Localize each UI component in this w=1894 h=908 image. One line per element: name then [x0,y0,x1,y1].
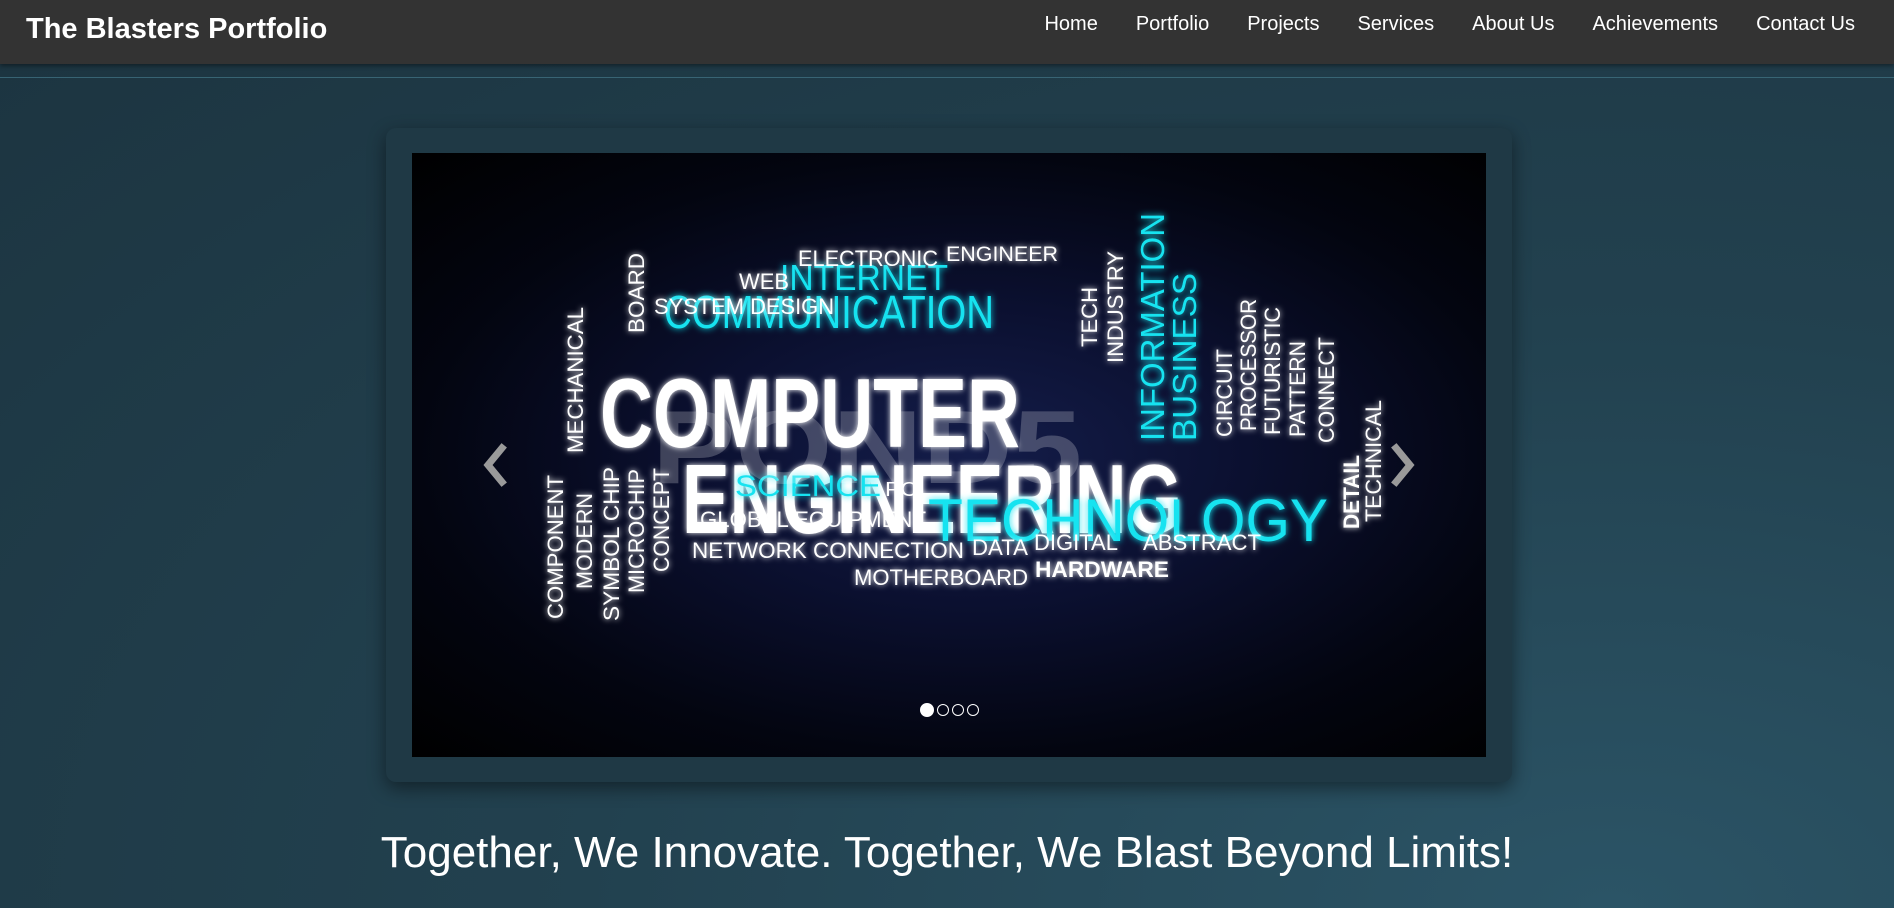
nav-services[interactable]: Services [1338,12,1453,36]
carousel-dot-2[interactable] [936,704,949,716]
watermark: POND5 [652,390,1082,506]
carousel-slide-image: COMPUTER ENGINEERING COMMUNICATION INTERNET… [412,153,1486,757]
carousel-indicators [412,703,1486,717]
word-cloud-technical: TECHNICAL [1361,400,1386,522]
nav-about-us[interactable]: About Us [1453,12,1573,36]
word-cloud-network-connection: NETWORK CONNECTION [692,538,964,563]
word-cloud-pattern: PATTERN [1285,341,1310,437]
word-cloud-mechanical: MECHANICAL [563,307,588,453]
word-cloud-tech: TECH [1077,287,1102,347]
chevron-left-icon [483,443,507,487]
word-cloud-digital: DIGITAL [1034,530,1118,555]
word-cloud-system-design: SYSTEM DESIGN [654,294,834,319]
carousel-prev-button[interactable] [478,440,512,490]
word-cloud-data: DATA [972,535,1028,560]
navbar: The Blasters Portfolio Home Portfolio Pr… [0,0,1894,64]
word-cloud-industry: INDUSTRY [1103,251,1128,363]
nav-achievements[interactable]: Achievements [1573,12,1737,36]
nav-portfolio[interactable]: Portfolio [1117,12,1228,36]
word-cloud-futuristic: FUTURISTIC [1260,307,1285,435]
word-cloud-electronic: ELECTRONIC [798,246,938,271]
word-cloud-business: BUSINESS [1166,273,1203,441]
word-cloud-processor: PROCESSOR [1236,299,1261,431]
word-cloud-motherboard: MOTHERBOARD [854,565,1028,590]
tagline: Together, We Innovate. Together, We Blas… [380,828,1514,877]
carousel-dot-1[interactable] [919,703,934,717]
word-cloud-web: WEB [739,269,789,294]
word-cloud-modern: MODERN [572,493,597,589]
word-cloud-component: COMPONENT [543,475,568,619]
nav-menu: Home Portfolio Projects Services About U… [1025,12,1855,36]
word-cloud-connect: CONNECT [1314,337,1339,443]
chevron-right-icon [1391,443,1415,487]
word-cloud-hardware: HARDWARE [1035,557,1169,582]
carousel-next-button[interactable] [1386,440,1420,490]
brand-title[interactable]: The Blasters Portfolio [26,13,327,46]
word-cloud-engineer: ENGINEER [946,243,1058,266]
word-cloud-abstract: ABSTRACT [1143,530,1261,555]
word-cloud-microchip: MICROCHIP [624,469,649,593]
nav-home[interactable]: Home [1025,12,1116,36]
word-cloud-board: BOARD [624,253,649,333]
nav-projects[interactable]: Projects [1228,12,1338,36]
carousel: COMPUTER ENGINEERING COMMUNICATION INTERNET… [386,128,1512,782]
carousel-dot-4[interactable] [966,704,979,716]
carousel-dot-3[interactable] [951,704,964,716]
divider [0,77,1894,78]
word-cloud-symbol-chip: SYMBOL CHIP [599,467,624,621]
word-cloud-image: COMPUTERENGINEERINGCOMMUNICATIONINTERNET… [543,213,1386,621]
word-cloud-global-equipment: GLOBAL EQUIPMENT [700,507,926,532]
word-cloud-circuit: CIRCUIT [1212,349,1237,437]
nav-contact-us[interactable]: Contact Us [1737,12,1855,36]
